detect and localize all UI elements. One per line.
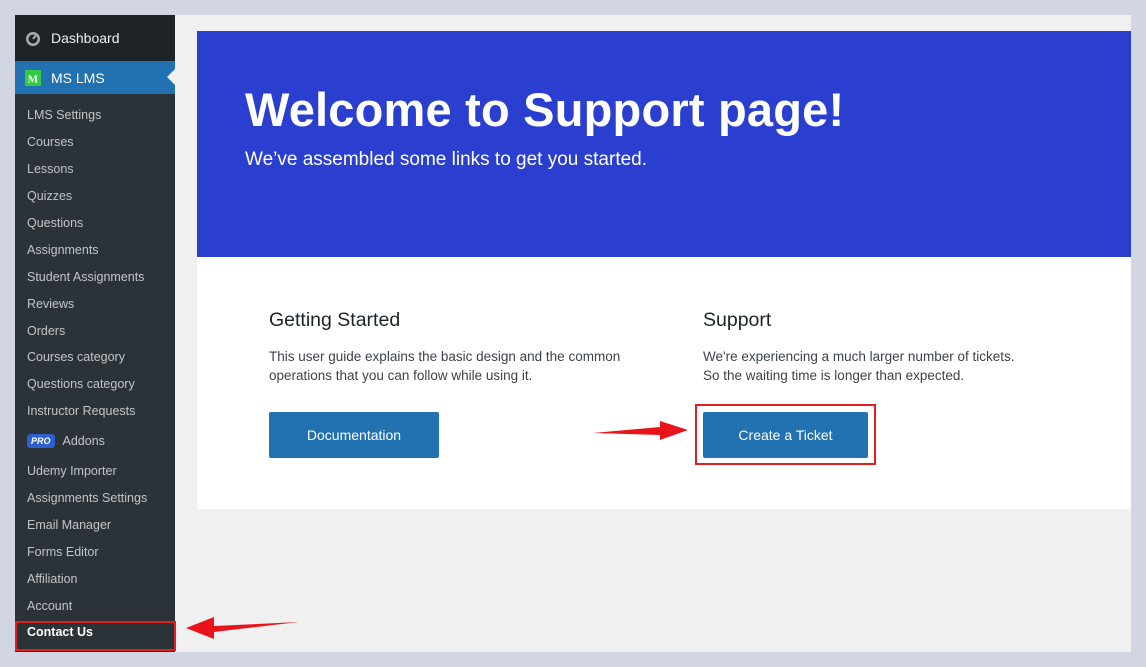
submenu-item-instructor-requests[interactable]: Instructor Requests bbox=[15, 398, 175, 425]
sidebar-item-label: Dashboard bbox=[51, 30, 120, 46]
documentation-button[interactable]: Documentation bbox=[269, 412, 439, 458]
description-line: operations that you can follow while usi… bbox=[269, 367, 533, 383]
sidebar-item-ms-lms[interactable]: M MS LMS bbox=[15, 61, 175, 94]
submenu-item-assignments[interactable]: Assignments bbox=[15, 236, 175, 263]
support-heading: Support bbox=[703, 309, 772, 331]
active-indicator bbox=[167, 69, 175, 85]
getting-started-section: Getting Started This user guide explains… bbox=[269, 309, 649, 385]
contact-us-highlight-box bbox=[15, 621, 176, 651]
sidebar-item-dashboard[interactable]: Dashboard bbox=[15, 15, 175, 61]
submenu-item-udemy-importer[interactable]: Udemy Importer bbox=[15, 458, 175, 485]
description-line: This user guide explains the basic desig… bbox=[269, 349, 621, 364]
getting-started-heading: Getting Started bbox=[269, 309, 401, 331]
links-panel: Getting Started This user guide explains… bbox=[197, 257, 1131, 509]
pro-badge: PRO bbox=[27, 434, 55, 449]
app-window: Dashboard M MS LMS LMS Settings Courses … bbox=[15, 15, 1131, 652]
submenu-item-reviews[interactable]: Reviews bbox=[15, 290, 175, 317]
submenu-item-courses[interactable]: Courses bbox=[15, 129, 175, 156]
submenu-item-questions[interactable]: Questions bbox=[15, 210, 175, 237]
submenu: LMS Settings Courses Lessons Quizzes Que… bbox=[15, 94, 175, 652]
submenu-item-email-manager[interactable]: Email Manager bbox=[15, 511, 175, 538]
support-section: Support We're experiencing a much larger… bbox=[703, 309, 1083, 385]
dashboard-icon bbox=[25, 30, 41, 46]
create-ticket-button[interactable]: Create a Ticket bbox=[703, 412, 868, 458]
submenu-item-questions-category[interactable]: Questions category bbox=[15, 371, 175, 398]
ms-lms-logo-icon: M bbox=[25, 69, 41, 86]
submenu-item-courses-category[interactable]: Courses category bbox=[15, 344, 175, 371]
admin-sidebar: Dashboard M MS LMS LMS Settings Courses … bbox=[15, 15, 176, 652]
submenu-item-label: Addons bbox=[62, 434, 105, 449]
getting-started-description: This user guide explains the basic desig… bbox=[269, 348, 649, 385]
hero-banner: Welcome to Support page! We’ve assembled… bbox=[197, 31, 1131, 257]
description-line: We're experiencing a much larger number … bbox=[703, 349, 1015, 364]
submenu-item-orders[interactable]: Orders bbox=[15, 317, 175, 344]
page-title: Welcome to Support page! bbox=[245, 83, 845, 136]
sidebar-item-label: MS LMS bbox=[51, 69, 105, 86]
submenu-item-student-assignments[interactable]: Student Assignments bbox=[15, 263, 175, 290]
support-description: We're experiencing a much larger number … bbox=[703, 348, 1083, 385]
submenu-item-lessons[interactable]: Lessons bbox=[15, 156, 175, 183]
svg-text:M: M bbox=[28, 73, 39, 85]
submenu-item-affiliation[interactable]: Affiliation bbox=[15, 565, 175, 592]
submenu-item-quizzes[interactable]: Quizzes bbox=[15, 183, 175, 210]
support-page: Welcome to Support page! We’ve assembled… bbox=[197, 31, 1131, 509]
submenu-item-forms-editor[interactable]: Forms Editor bbox=[15, 538, 175, 565]
submenu-item-assignments-settings[interactable]: Assignments Settings bbox=[15, 485, 175, 512]
submenu-item-account[interactable]: Account bbox=[15, 592, 175, 619]
page-subtitle: We’ve assembled some links to get you st… bbox=[245, 149, 648, 171]
submenu-item-addons[interactable]: PRO Addons bbox=[15, 425, 175, 458]
submenu-item-lms-settings[interactable]: LMS Settings bbox=[15, 102, 175, 129]
description-line: So the waiting time is longer than expec… bbox=[703, 367, 965, 383]
